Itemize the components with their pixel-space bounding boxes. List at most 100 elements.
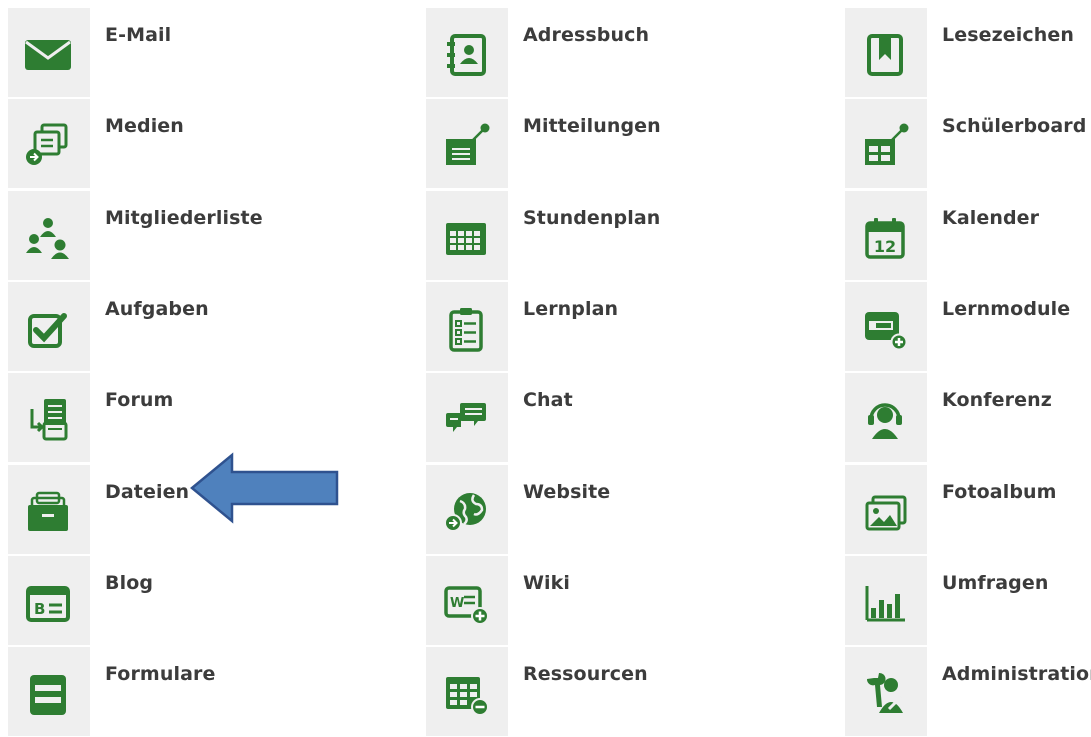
module-label: Mitgliederliste	[105, 207, 263, 229]
tile	[845, 99, 927, 188]
module-lesezeichen[interactable]: Lesezeichen	[845, 8, 1091, 98]
learning-module-icon	[865, 312, 908, 351]
module-lernplan[interactable]: Lernplan	[426, 282, 756, 372]
module-label: Administration	[942, 663, 1091, 685]
module-fotoalbum[interactable]: Fotoalbum	[845, 465, 1091, 555]
photo-album-icon	[865, 495, 907, 531]
headset-icon	[868, 403, 902, 439]
tile: 12	[845, 191, 927, 280]
module-schuelerboard[interactable]: Schülerboard	[845, 99, 1091, 189]
module-forum[interactable]: Forum	[8, 373, 338, 463]
module-label: Schülerboard	[942, 115, 1087, 137]
module-medien[interactable]: Medien	[8, 99, 338, 189]
module-label: Lernplan	[523, 298, 619, 320]
tile	[8, 647, 90, 736]
module-label: Umfragen	[942, 572, 1049, 594]
bar-chart-icon	[865, 586, 905, 622]
resources-table-icon	[446, 677, 489, 716]
module-konferenz[interactable]: Konferenz	[845, 373, 1091, 463]
tile	[426, 465, 508, 554]
module-ressourcen[interactable]: Ressourcen	[426, 647, 756, 737]
forum-icon	[30, 399, 68, 441]
globe-icon	[444, 493, 486, 532]
module-kalender[interactable]: 12 Kalender	[845, 191, 1091, 281]
address-book-icon	[447, 34, 486, 76]
app-module-grid: E-Mail Medien Mitgliederliste Aufgaben F…	[0, 0, 1091, 736]
notice-board-icon	[446, 123, 490, 165]
tile	[8, 191, 90, 280]
module-administration[interactable]: Administration	[845, 647, 1091, 737]
clipboard-list-icon	[449, 308, 483, 352]
tile: B	[8, 556, 90, 645]
module-blog[interactable]: B Blog	[8, 556, 338, 646]
tile	[845, 373, 927, 462]
tile	[845, 465, 927, 554]
pointer-arrow-annotation	[190, 452, 339, 524]
tile	[426, 99, 508, 188]
module-lernmodule[interactable]: Lernmodule	[845, 282, 1091, 372]
tile	[845, 556, 927, 645]
envelope-icon	[25, 40, 71, 70]
module-label: Mitteilungen	[523, 115, 661, 137]
tile	[8, 282, 90, 371]
module-label: Formulare	[105, 663, 216, 685]
tile	[845, 282, 927, 371]
calendar-day-number: 12	[874, 237, 896, 256]
briefcase-icon	[28, 491, 68, 531]
module-chat[interactable]: Chat	[426, 373, 756, 463]
module-formulare[interactable]: Formulare	[8, 647, 338, 737]
checkbox-icon	[28, 313, 67, 348]
blog-icon: B	[26, 586, 70, 622]
tile	[426, 191, 508, 280]
module-label: Medien	[105, 115, 184, 137]
module-label: Aufgaben	[105, 298, 209, 320]
module-label: Lesezeichen	[942, 24, 1074, 46]
tile	[426, 8, 508, 97]
module-label: Konferenz	[942, 389, 1052, 411]
calendar-icon: 12	[865, 218, 905, 259]
admin-tools-icon	[866, 672, 903, 713]
module-wiki[interactable]: W Wiki	[426, 556, 756, 646]
module-label: Website	[523, 481, 611, 503]
tile	[845, 8, 927, 97]
module-label: Stundenplan	[523, 207, 661, 229]
module-label: Blog	[105, 572, 154, 594]
tile: W	[426, 556, 508, 645]
module-mitgliederliste[interactable]: Mitgliederliste	[8, 191, 338, 281]
timetable-icon	[446, 223, 486, 255]
module-label: Adressbuch	[523, 24, 650, 46]
module-label: Chat	[523, 389, 573, 411]
module-aufgaben[interactable]: Aufgaben	[8, 282, 338, 372]
module-adressbuch[interactable]: Adressbuch	[426, 8, 756, 98]
module-stundenplan[interactable]: Stundenplan	[426, 191, 756, 281]
module-label: Dateien	[105, 481, 190, 503]
chat-bubbles-icon	[446, 403, 486, 432]
bookmark-icon	[867, 34, 903, 76]
tile	[8, 373, 90, 462]
module-label: E-Mail	[105, 24, 172, 46]
student-board-icon	[865, 123, 909, 165]
module-label: Fotoalbum	[942, 481, 1057, 503]
tile	[8, 8, 90, 97]
tile	[845, 647, 927, 736]
svg-text:B: B	[34, 600, 45, 618]
form-icon	[30, 675, 66, 715]
wiki-icon: W	[444, 586, 489, 625]
module-label: Forum	[105, 389, 174, 411]
module-label: Ressourcen	[523, 663, 648, 685]
media-stack-icon	[26, 123, 68, 165]
module-label: Lernmodule	[942, 298, 1071, 320]
tile	[426, 647, 508, 736]
module-label: Kalender	[942, 207, 1040, 229]
tile	[8, 99, 90, 188]
members-icon	[26, 218, 69, 259]
module-website[interactable]: Website	[426, 465, 756, 555]
module-label: Wiki	[523, 572, 571, 594]
module-mitteilungen[interactable]: Mitteilungen	[426, 99, 756, 189]
tile	[426, 373, 508, 462]
module-email[interactable]: E-Mail	[8, 8, 338, 98]
svg-text:W: W	[450, 596, 464, 611]
module-umfragen[interactable]: Umfragen	[845, 556, 1091, 646]
tile	[426, 282, 508, 371]
tile	[8, 465, 90, 554]
